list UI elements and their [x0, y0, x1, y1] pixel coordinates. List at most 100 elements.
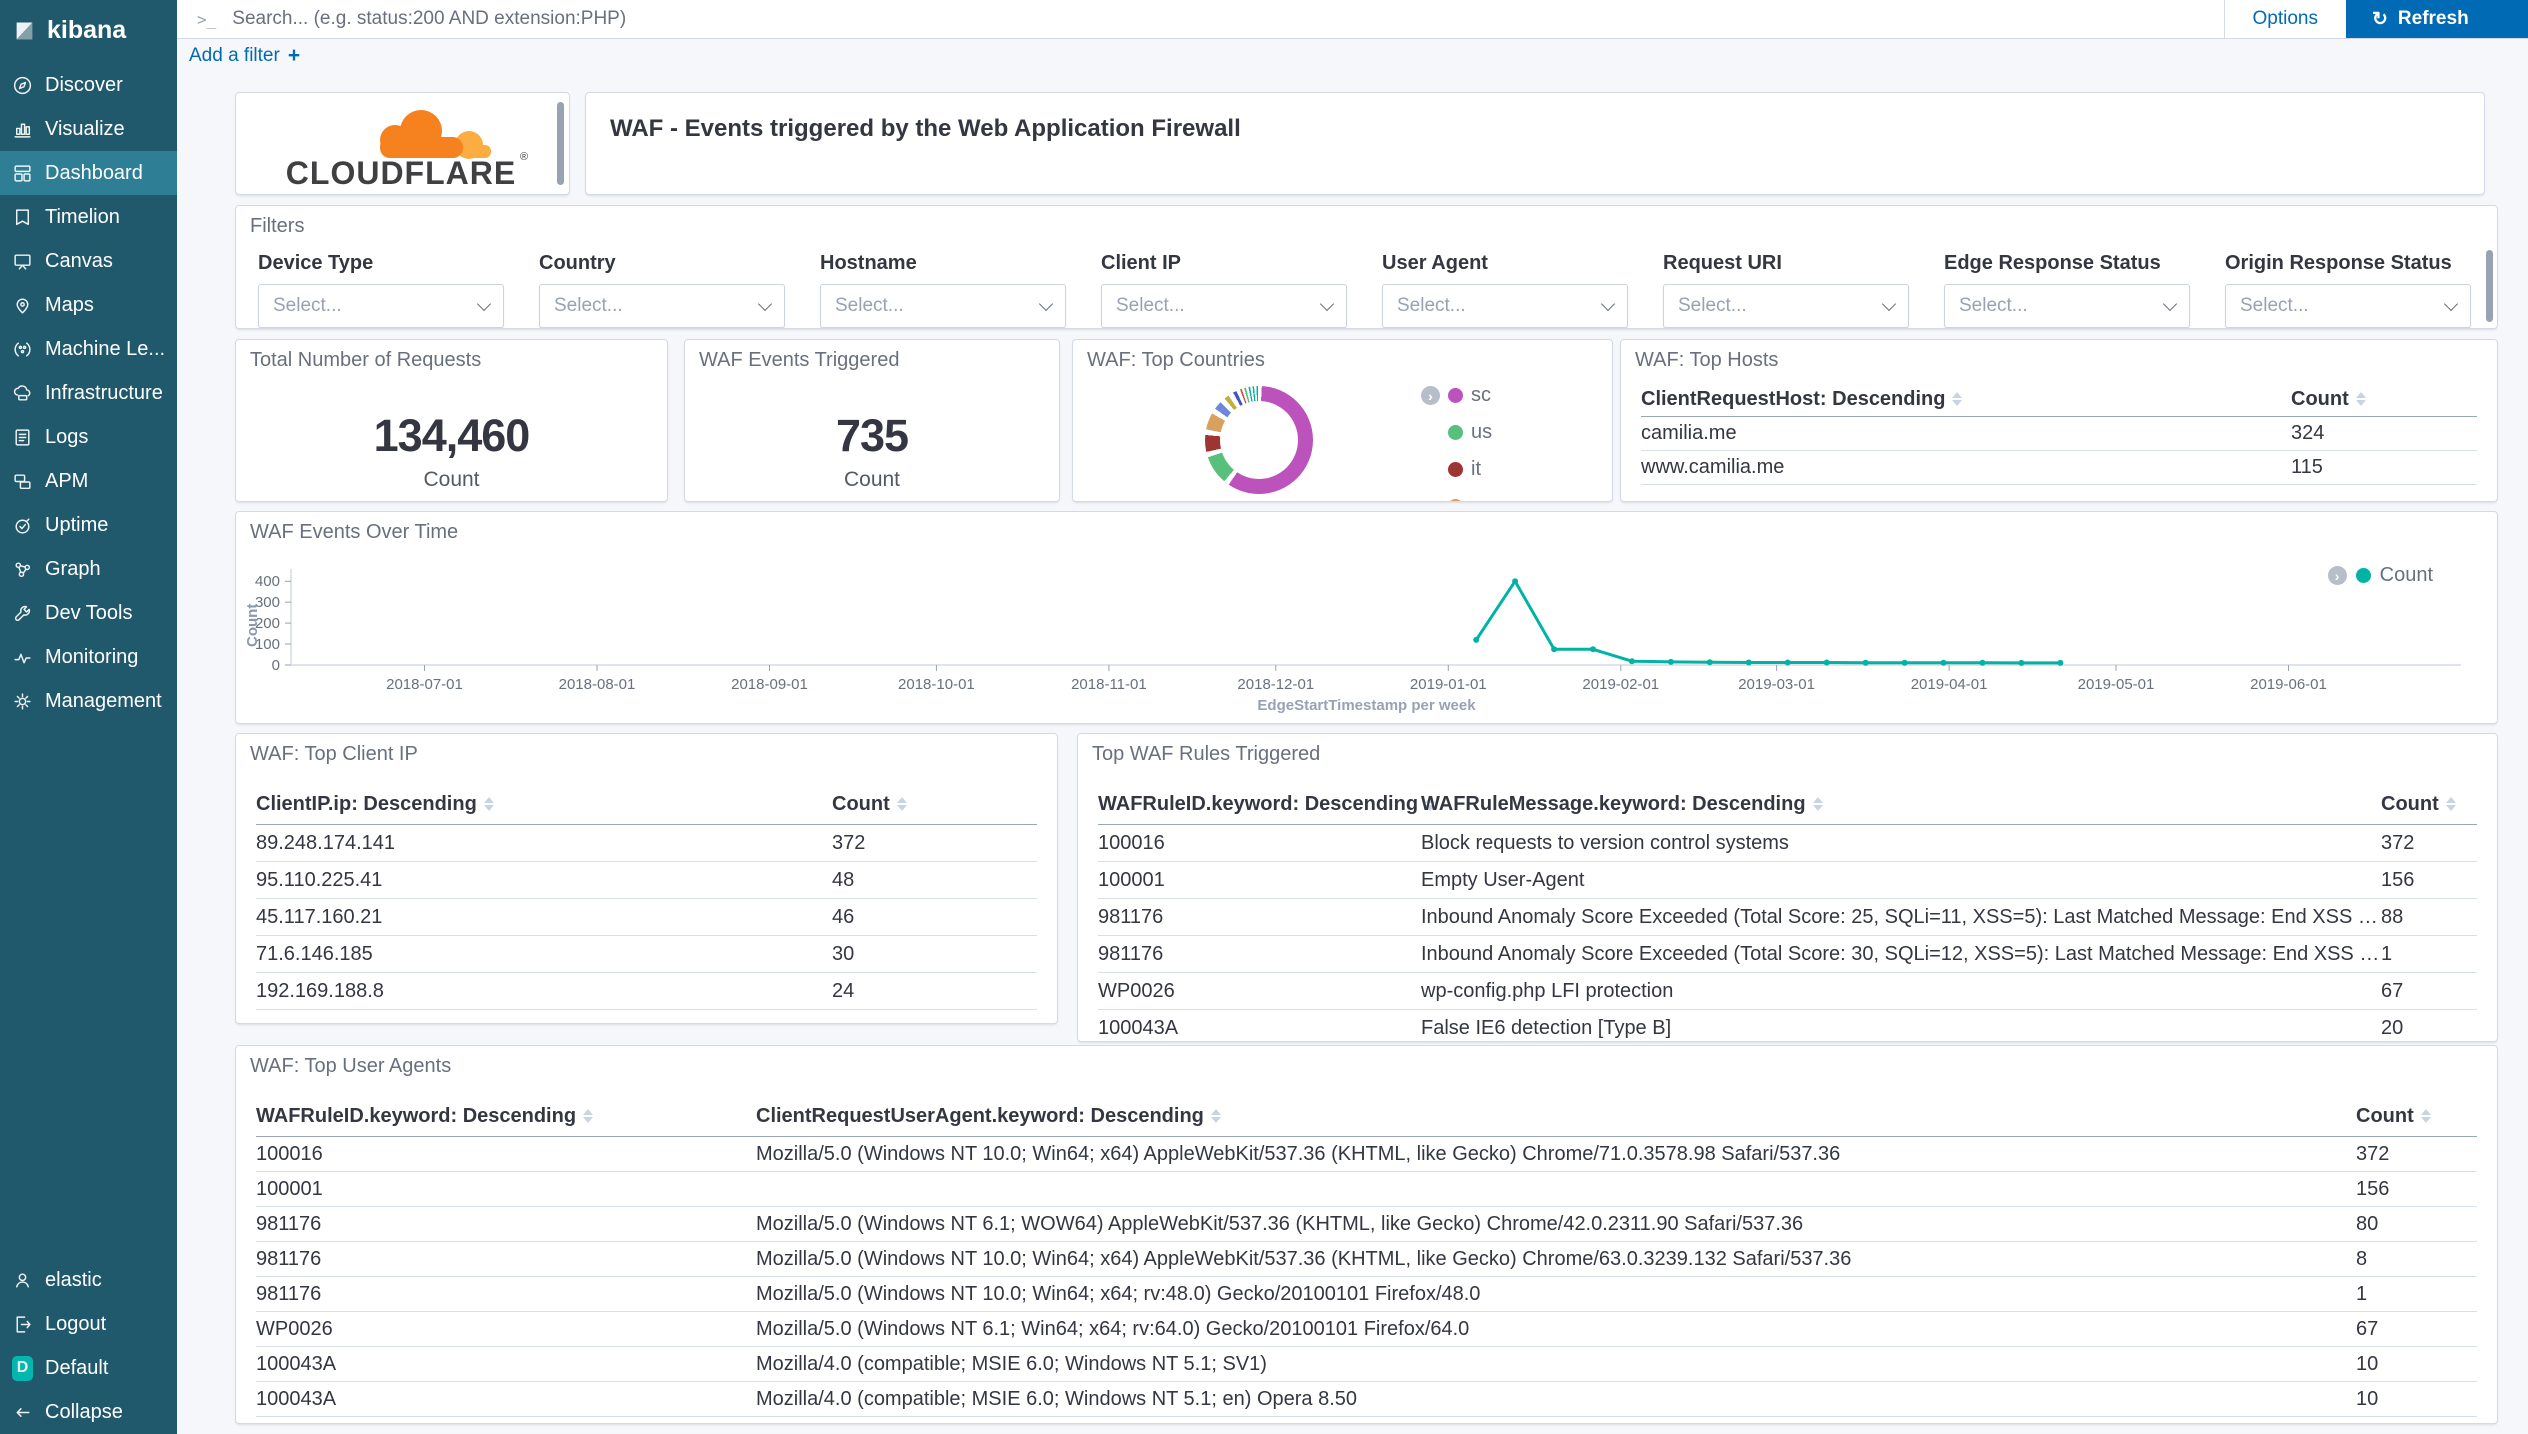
table-cell: wp-config.php LFI protection — [1421, 973, 2381, 1010]
sidebar-item-dev-tools[interactable]: Dev Tools — [0, 591, 177, 635]
panel-scrollbar[interactable] — [557, 102, 564, 185]
sort-icon — [897, 797, 907, 811]
filter-select-request-uri[interactable]: Select... — [1663, 284, 1909, 328]
add-filter-button[interactable]: Add a filter + — [189, 44, 300, 68]
filter-field-edge-response-status: Edge Response StatusSelect... — [1944, 252, 2190, 328]
sidebar-item-infrastructure[interactable]: Infrastructure — [0, 371, 177, 415]
table-cell: Inbound Anomaly Score Exceeded (Total Sc… — [1421, 899, 2381, 936]
top-hosts-table: ClientRequestHost: DescendingCountcamili… — [1641, 382, 2477, 485]
column-header-count[interactable]: Count — [2291, 382, 2477, 417]
events-over-time-chart[interactable]: 01002003004002018-07-012018-08-012018-09… — [236, 512, 2497, 723]
sidebar-item-monitoring[interactable]: Monitoring — [0, 635, 177, 679]
sidebar-item-default[interactable]: DDefault — [0, 1346, 177, 1390]
kibana-brand-text: kibana — [47, 16, 126, 45]
options-button[interactable]: Options — [2224, 0, 2346, 38]
dev-tools-icon — [12, 603, 33, 624]
kibana-brand[interactable]: kibana — [0, 0, 177, 59]
sidebar-item-logs[interactable]: Logs — [0, 415, 177, 459]
filter-select-origin-response-status[interactable]: Select... — [2225, 284, 2471, 328]
column-header-label: Count — [2356, 1105, 2414, 1128]
legend-dot — [1448, 388, 1463, 403]
top-hosts-title: WAF: Top Hosts — [1635, 349, 1778, 372]
sidebar-item-collapse[interactable]: Collapse — [0, 1390, 177, 1434]
table-cell: 156 — [2381, 862, 2477, 899]
table-cell: 372 — [2381, 825, 2477, 862]
column-header-clientrequestuseragent-keyword-descending[interactable]: ClientRequestUserAgent.keyword: Descendi… — [756, 1096, 2356, 1137]
search-input[interactable] — [230, 7, 2203, 31]
legend-item-sc[interactable]: › sc — [1421, 384, 1492, 407]
column-header-label: Count — [2381, 793, 2439, 816]
refresh-button[interactable]: ↻ Refresh — [2346, 0, 2528, 38]
filter-select-hostname[interactable]: Select... — [820, 284, 1066, 328]
column-header-clientip-ip-descending[interactable]: ClientIP.ip: Descending — [256, 784, 832, 825]
sidebar-nav: DiscoverVisualize Dashboard Timelion Canvas… — [0, 63, 177, 723]
sidebar-item-discover[interactable]: Discover — [0, 63, 177, 107]
legend-collapse-icon[interactable]: › — [1421, 386, 1440, 405]
column-header-count[interactable]: Count — [832, 784, 1037, 825]
sidebar-item-visualize[interactable]: Visualize — [0, 107, 177, 151]
table-cell: 100043A — [1098, 1010, 1421, 1042]
filter-field-country: CountrySelect... — [539, 252, 785, 328]
column-header-wafrulemessage-keyword-descending[interactable]: WAFRuleMessage.keyword: Descending — [1421, 784, 2381, 825]
column-header-label: Count — [832, 793, 890, 816]
filter-field-hostname: Hostname Select... — [820, 252, 1066, 328]
sidebar-item-elastic[interactable]: elastic — [0, 1258, 177, 1302]
filter-select-user-agent[interactable]: Select... — [1382, 284, 1628, 328]
maps-icon — [12, 295, 33, 316]
column-header-count[interactable]: Count — [2381, 784, 2477, 825]
filter-select-device-type[interactable]: Select... — [258, 284, 504, 328]
sidebar-item-uptime[interactable]: Uptime — [0, 503, 177, 547]
total-requests-value: 134,460 — [236, 410, 667, 462]
table-cell: 981176 — [256, 1207, 756, 1242]
filter-label: Hostname — [820, 252, 1066, 275]
select-placeholder: Select... — [554, 295, 623, 317]
legend-item-it[interactable]: it — [1421, 458, 1492, 481]
legend-item-vn[interactable]: vn — [1421, 495, 1492, 502]
table-cell: 100001 — [256, 1172, 756, 1207]
filters-row: Device TypeSelect... CountrySelect... Host… — [258, 252, 2471, 328]
top-client-ip-title: WAF: Top Client IP — [250, 743, 418, 766]
legend-collapse-icon[interactable]: › — [2328, 566, 2347, 585]
sidebar-item-apm[interactable]: APM — [0, 459, 177, 503]
sidebar-item-maps[interactable]: Maps — [0, 283, 177, 327]
sidebar-item-canvas[interactable]: Canvas — [0, 239, 177, 283]
filter-field-device-type: Device TypeSelect... — [258, 252, 504, 328]
select-placeholder: Select... — [2240, 295, 2309, 317]
column-header-wafruleid-keyword-descending[interactable]: WAFRuleID.keyword: Descending — [1098, 784, 1421, 825]
sidebar-item-dashboard[interactable]: Dashboard — [0, 151, 177, 195]
kibana-sidebar: kibana DiscoverVisualize Dashboard Timelio… — [0, 0, 177, 1434]
filter-select-edge-response-status[interactable]: Select... — [1944, 284, 2190, 328]
sidebar-item-logout[interactable]: Logout — [0, 1302, 177, 1346]
visualize-icon — [12, 119, 33, 140]
x-axis-label: EdgeStartTimestamp per week — [236, 697, 2497, 714]
legend-label: sc — [1471, 384, 1491, 407]
panel-scrollbar[interactable] — [2486, 250, 2493, 322]
sidebar-item-label: Timelion — [45, 206, 120, 229]
table-cell: Mozilla/4.0 (compatible; MSIE 6.0; Windo… — [756, 1382, 2356, 1417]
search-bar[interactable]: >_ — [177, 0, 2224, 38]
table-cell: 46 — [832, 899, 1037, 936]
column-header-count[interactable]: Count — [2356, 1096, 2477, 1137]
events-legend[interactable]: › Count — [2328, 564, 2433, 587]
sidebar-item-machine-le[interactable]: Machine Le... — [0, 327, 177, 371]
table-cell: 20 — [2381, 1010, 2477, 1042]
filter-select-client-ip[interactable]: Select... — [1101, 284, 1347, 328]
sidebar-item-label: Dashboard — [45, 162, 143, 185]
svg-text:2019-02-01: 2019-02-01 — [1582, 676, 1659, 693]
table-cell: 324 — [2291, 417, 2477, 451]
filter-select-country[interactable]: Select... — [539, 284, 785, 328]
column-header-clientrequesthost-descending[interactable]: ClientRequestHost: Descending — [1641, 382, 2291, 417]
sidebar-item-management[interactable]: Management — [0, 679, 177, 723]
table-cell: WP0026 — [1098, 973, 1421, 1010]
cloudflare-logo: CLOUDFLARE ® — [256, 96, 546, 191]
column-header-label: ClientRequestUserAgent.keyword: Descendi… — [756, 1105, 1204, 1128]
table-cell: 89.248.174.141 — [256, 825, 832, 862]
sidebar-item-timelion[interactable]: Timelion — [0, 195, 177, 239]
filters-panel: Filters Device TypeSelect...CountrySelec… — [235, 205, 2498, 329]
sidebar-item-label: elastic — [45, 1269, 102, 1292]
table-cell: 372 — [832, 825, 1037, 862]
top-countries-donut-chart[interactable] — [1205, 386, 1313, 494]
column-header-wafruleid-keyword-descending[interactable]: WAFRuleID.keyword: Descending — [256, 1096, 756, 1137]
sidebar-item-graph[interactable]: Graph — [0, 547, 177, 591]
legend-item-us[interactable]: us — [1421, 421, 1492, 444]
